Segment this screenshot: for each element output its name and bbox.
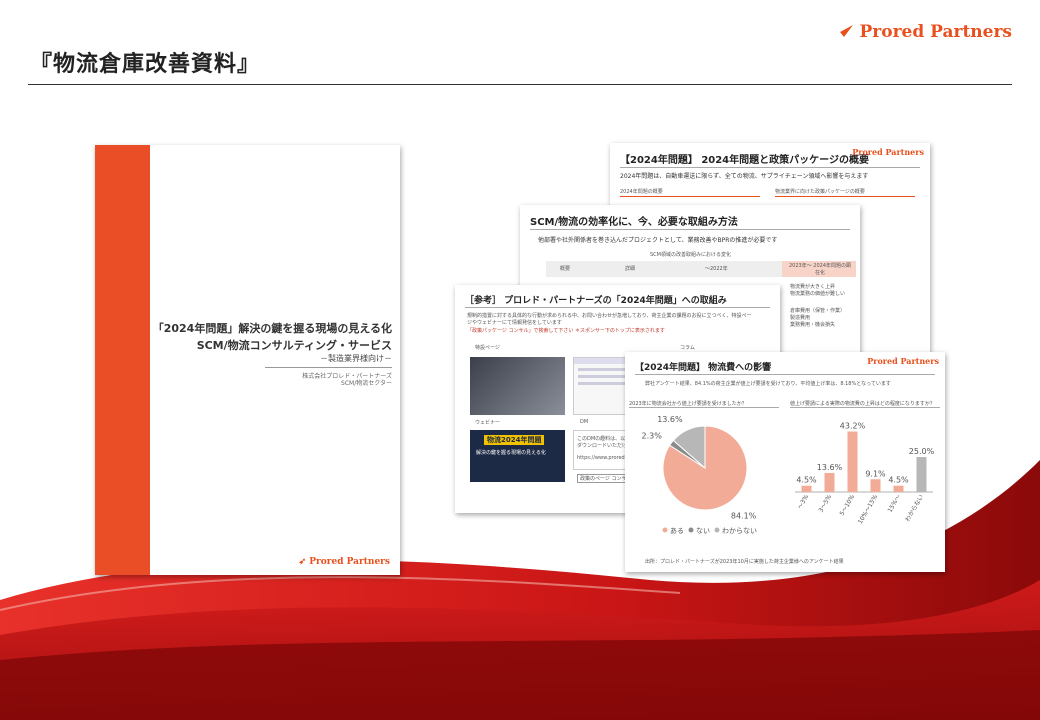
cover-page-thumbnail: 「2024年問題」解決の鍵を握る現場の見える化 SCM/物流コンサルティング・サ… xyxy=(95,145,400,575)
page-title: 『物流倉庫改善資料』 xyxy=(30,52,261,77)
column-label: 物流業界に向けた政策パッケージの概要 xyxy=(775,189,865,195)
cover-headline: 「2024年問題」解決の鍵を握る現場の見える化 xyxy=(152,322,392,335)
bar xyxy=(893,485,904,492)
pie-caption: 2023年に物流会社から値上げ要請を受けましたか？ xyxy=(629,401,747,407)
slide-title: ［参考］ プロレド・パートナーズの「2024年問題」への取組み xyxy=(465,296,727,306)
bar xyxy=(870,479,881,492)
pie-value-label: 13.6% xyxy=(657,415,683,424)
bar-chart: 4.5% ～3% 13.6% 3～5% 43.2% 5～10% 9.1% 10%～15% 4.5… xyxy=(795,422,935,525)
bar xyxy=(801,485,812,492)
legend-label: わからない xyxy=(722,527,757,535)
bar-value-label: 13.6% xyxy=(817,463,843,472)
slide-divider xyxy=(635,374,935,375)
column-rule xyxy=(620,196,760,197)
webinar-banner: 物流2024年問題 解決の鍵を握る現場の見える化 xyxy=(470,430,565,482)
special-page-screenshot xyxy=(470,357,565,415)
brand-name: Prored Partners xyxy=(859,22,1012,42)
bar-value-label: 9.1% xyxy=(865,469,886,478)
bar xyxy=(916,457,927,492)
legend-swatch xyxy=(714,527,720,533)
bar-value-label: 25.0% xyxy=(909,447,935,456)
x-tick-label: わからない xyxy=(904,494,925,523)
pie-chart: 84.1% 2.3% 13.6% ある ない わからない xyxy=(641,415,757,535)
cover-divider xyxy=(265,367,392,368)
table-caption: SCM領域の改善取組みにおける変化 xyxy=(650,252,731,258)
x-tick-label: 5～10% xyxy=(839,493,857,517)
cover-target: －製造業界様向け－ xyxy=(320,354,392,363)
table-cell: 業務費用・機会損失 xyxy=(790,322,836,328)
slide-divider xyxy=(530,229,850,230)
section-label: コラム xyxy=(680,345,695,351)
table-header: 2023年～ 2024年問題の顕在化 xyxy=(788,263,852,276)
legend-swatch xyxy=(688,527,694,533)
brand-logo: Prored Partners xyxy=(827,22,1012,42)
slide-title: 【2024年問題】 2024年問題と政策パッケージの概要 xyxy=(620,155,869,166)
table-header: ～2022年 xyxy=(705,266,728,272)
dm-text: このDMの趣料は、以 xyxy=(577,436,626,442)
chart-footnote: 出所：プロレド・パートナーズが2023年10月に実施した荷主企業様へのアンケート… xyxy=(645,559,844,565)
table-cell: 物流業務の価値が難しい xyxy=(790,291,846,297)
title-divider xyxy=(28,84,1012,85)
dm-link: https://www.prored- xyxy=(577,455,627,461)
slide-divider xyxy=(620,167,920,168)
table-cell: 製造費用 xyxy=(790,315,811,321)
slide-brand: Prored Partners xyxy=(852,147,924,157)
column-rule xyxy=(775,196,915,197)
banner-subtitle: 解決の鍵を握る現場の見える化 xyxy=(476,450,546,456)
slide-title: SCM/物流の効率化に、今、必要な取組み方法 xyxy=(530,217,738,228)
table-cell: 物流費が大きく上昇 xyxy=(790,284,836,290)
caption-rule xyxy=(629,407,779,408)
bar xyxy=(847,431,858,492)
slide-lead: ジやウェビナーにて情報発信をしています xyxy=(467,320,562,326)
x-tick-label: 10%～15% xyxy=(857,493,880,525)
slide-lead: 「政策パッケージ コンサル」で検索して下さい ＊スポンサー下のトップに表示されま… xyxy=(467,328,665,334)
slide-divider xyxy=(465,307,770,308)
x-tick-label: 3～5% xyxy=(817,493,833,514)
pie-value-label: 2.3% xyxy=(641,432,662,441)
dm-text: ダウンロードいただけ xyxy=(577,443,628,449)
slide-lead: 2024年問題は、自動車運送に限らず、全ての物流、サプライチェーン領域へ影響を与… xyxy=(620,173,869,180)
slide-brand: Prored Partners xyxy=(867,356,939,366)
x-tick-label: 15%～ xyxy=(886,494,902,514)
cover-accent-bar xyxy=(95,145,150,575)
cover-brand: ➶ Prored Partners xyxy=(298,557,390,567)
bar-value-label: 43.2% xyxy=(840,422,866,431)
legend-label: ある xyxy=(670,527,684,535)
section-label: ウェビナー xyxy=(475,420,501,426)
column-label: 2024年問題の概要 xyxy=(620,189,663,195)
table-cell: 倉庫費用（保管・作業） xyxy=(790,308,846,314)
bar-value-label: 4.5% xyxy=(796,476,817,485)
bar xyxy=(824,472,835,492)
table-header: 概要 xyxy=(560,266,571,272)
caption-rule xyxy=(790,407,940,408)
slide-lead: 弊社アンケート結果、84.1%の荷主企業が値上げ要請を受けており、平均値上げ率は… xyxy=(645,381,891,387)
legend-swatch xyxy=(662,527,668,533)
section-label: 特設ページ xyxy=(475,345,500,351)
slide-lead: 規制的措置に対する具体的な行動が求められる中、お問い合わせが急増しており、荷主企… xyxy=(467,313,752,319)
cover-sector: SCM/物流セクター xyxy=(341,380,392,387)
bar-caption: 値上げ要請による実際の物流費の上昇はどの程度になりますか？ xyxy=(790,401,935,407)
legend-label: ない xyxy=(696,527,710,535)
section-label: DM xyxy=(580,419,589,425)
slide-logistics-cost-impact: 【2024年問題】 物流費への影響 Prored Partners 弊社アンケー… xyxy=(625,352,945,572)
bar-value-label: 4.5% xyxy=(888,476,909,485)
x-tick-label: ～3% xyxy=(796,493,810,510)
banner-title: 物流2024年問題 xyxy=(484,435,545,445)
slide-lead: 他部署や社外関係者を巻き込んだプロジェクトとして、業務改善やBPRの推進が必要で… xyxy=(538,237,778,244)
brand-mark-icon xyxy=(829,25,854,38)
slide-title: 【2024年問題】 物流費への影響 xyxy=(635,363,772,373)
pie-value-label: 84.1% xyxy=(731,511,757,520)
cover-service-name: SCM/物流コンサルティング・サービス xyxy=(196,339,392,352)
table-header: 詳細 xyxy=(625,266,636,272)
